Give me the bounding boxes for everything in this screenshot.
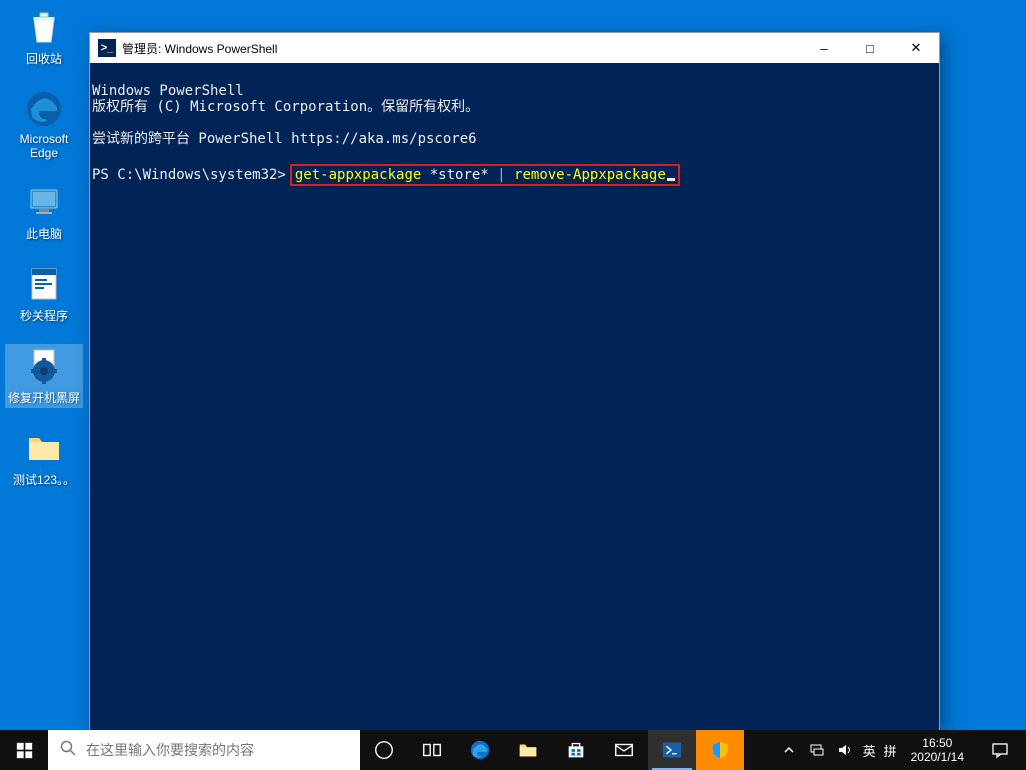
maximize-button[interactable]: □ bbox=[847, 33, 893, 63]
edge-icon bbox=[24, 89, 64, 129]
highlighted-command: get-appxpackage *store* | remove-Appxpac… bbox=[290, 164, 680, 186]
window-title: 管理员: Windows PowerShell bbox=[122, 40, 801, 57]
action-center-button[interactable] bbox=[978, 741, 1022, 759]
taskbar-uac-prompt[interactable] bbox=[696, 730, 744, 770]
desktop-icon-test-folder[interactable]: 测试123。。 bbox=[5, 426, 83, 490]
pipe-token: | bbox=[497, 167, 505, 183]
system-tray: 英 拼 16:50 2020/1/14 bbox=[775, 730, 1026, 770]
console-output[interactable]: Windows PowerShell 版权所有 (C) Microsoft Co… bbox=[90, 63, 939, 222]
command-token: remove-Appxpackage bbox=[506, 167, 666, 183]
titlebar[interactable]: >_ 管理员: Windows PowerShell – □ ✕ bbox=[90, 33, 939, 63]
command-token: get-appxpackage bbox=[295, 167, 421, 183]
icon-label: 回收站 bbox=[26, 50, 62, 67]
search-box[interactable] bbox=[48, 730, 360, 770]
folder-icon bbox=[517, 739, 539, 761]
cortana-button[interactable] bbox=[360, 730, 408, 770]
tray-expand-button[interactable] bbox=[779, 744, 799, 756]
console-line: Windows PowerShell bbox=[92, 83, 244, 99]
taskbar-edge[interactable] bbox=[456, 730, 504, 770]
powershell-icon: >_ bbox=[98, 39, 116, 57]
taskbar-apps bbox=[360, 730, 744, 770]
pc-icon bbox=[24, 182, 64, 222]
search-input[interactable] bbox=[86, 742, 348, 758]
clock-date: 2020/1/14 bbox=[911, 750, 964, 764]
windows-icon bbox=[16, 742, 33, 759]
taskbar-store[interactable] bbox=[552, 730, 600, 770]
icon-label: 此电脑 bbox=[26, 225, 62, 242]
taskbar-mail[interactable] bbox=[600, 730, 648, 770]
cursor bbox=[667, 178, 675, 181]
icon-label: 秒关程序 bbox=[20, 307, 68, 324]
prompt: PS C:\Windows\system32> bbox=[92, 167, 286, 183]
task-view-button[interactable] bbox=[408, 730, 456, 770]
search-icon bbox=[60, 740, 76, 761]
desktop: 回收站 Microsoft Edge 此电脑 秒关程序 修复开机黑屏 bbox=[0, 0, 1026, 730]
icon-label: Microsoft Edge bbox=[7, 132, 81, 160]
tray-network[interactable] bbox=[807, 742, 827, 758]
desktop-icon-fix-boot[interactable]: 修复开机黑屏 bbox=[5, 344, 83, 408]
icon-label: 测试123。。 bbox=[13, 471, 75, 488]
notification-icon bbox=[991, 741, 1009, 759]
tray-clock[interactable]: 16:50 2020/1/14 bbox=[905, 736, 970, 765]
taskbar: 英 拼 16:50 2020/1/14 bbox=[0, 730, 1026, 770]
tray-language[interactable]: 英 bbox=[863, 741, 876, 760]
recycle-bin-icon bbox=[24, 7, 64, 47]
clock-time: 16:50 bbox=[911, 736, 964, 750]
taskbar-powershell[interactable] bbox=[648, 730, 696, 770]
folder-icon bbox=[24, 428, 64, 468]
gear-bat-icon bbox=[24, 346, 64, 386]
store-icon bbox=[565, 739, 587, 761]
desktop-icon-recycle[interactable]: 回收站 bbox=[5, 5, 83, 69]
console-line: 版权所有 (C) Microsoft Corporation。保留所有权利。 bbox=[92, 99, 479, 115]
icon-label: 修复开机黑屏 bbox=[8, 389, 80, 406]
window-controls: – □ ✕ bbox=[801, 33, 939, 63]
desktop-icon-close-prog[interactable]: 秒关程序 bbox=[5, 262, 83, 326]
network-icon bbox=[809, 742, 825, 758]
task-view-icon bbox=[421, 739, 443, 761]
taskbar-file-explorer[interactable] bbox=[504, 730, 552, 770]
edge-icon bbox=[469, 739, 491, 761]
powershell-icon bbox=[661, 739, 683, 761]
powershell-window: >_ 管理员: Windows PowerShell – □ ✕ Windows… bbox=[89, 32, 940, 732]
desktop-icons: 回收站 Microsoft Edge 此电脑 秒关程序 修复开机黑屏 bbox=[5, 5, 83, 490]
shield-icon bbox=[709, 739, 731, 761]
script-icon bbox=[24, 264, 64, 304]
tray-ime[interactable]: 拼 bbox=[884, 741, 897, 760]
desktop-icon-this-pc[interactable]: 此电脑 bbox=[5, 180, 83, 244]
console-prompt-line: PS C:\Windows\system32>get-appxpackage *… bbox=[92, 164, 937, 186]
mail-icon bbox=[613, 739, 635, 761]
chevron-up-icon bbox=[783, 744, 795, 756]
tray-volume[interactable] bbox=[835, 742, 855, 758]
volume-icon bbox=[837, 742, 853, 758]
command-token: *store* bbox=[421, 167, 497, 183]
desktop-icon-edge[interactable]: Microsoft Edge bbox=[5, 87, 83, 162]
close-button[interactable]: ✕ bbox=[893, 33, 939, 63]
minimize-button[interactable]: – bbox=[801, 33, 847, 63]
console-line: 尝试新的跨平台 PowerShell https://aka.ms/pscore… bbox=[92, 131, 477, 147]
cortana-icon bbox=[373, 739, 395, 761]
start-button[interactable] bbox=[0, 730, 48, 770]
